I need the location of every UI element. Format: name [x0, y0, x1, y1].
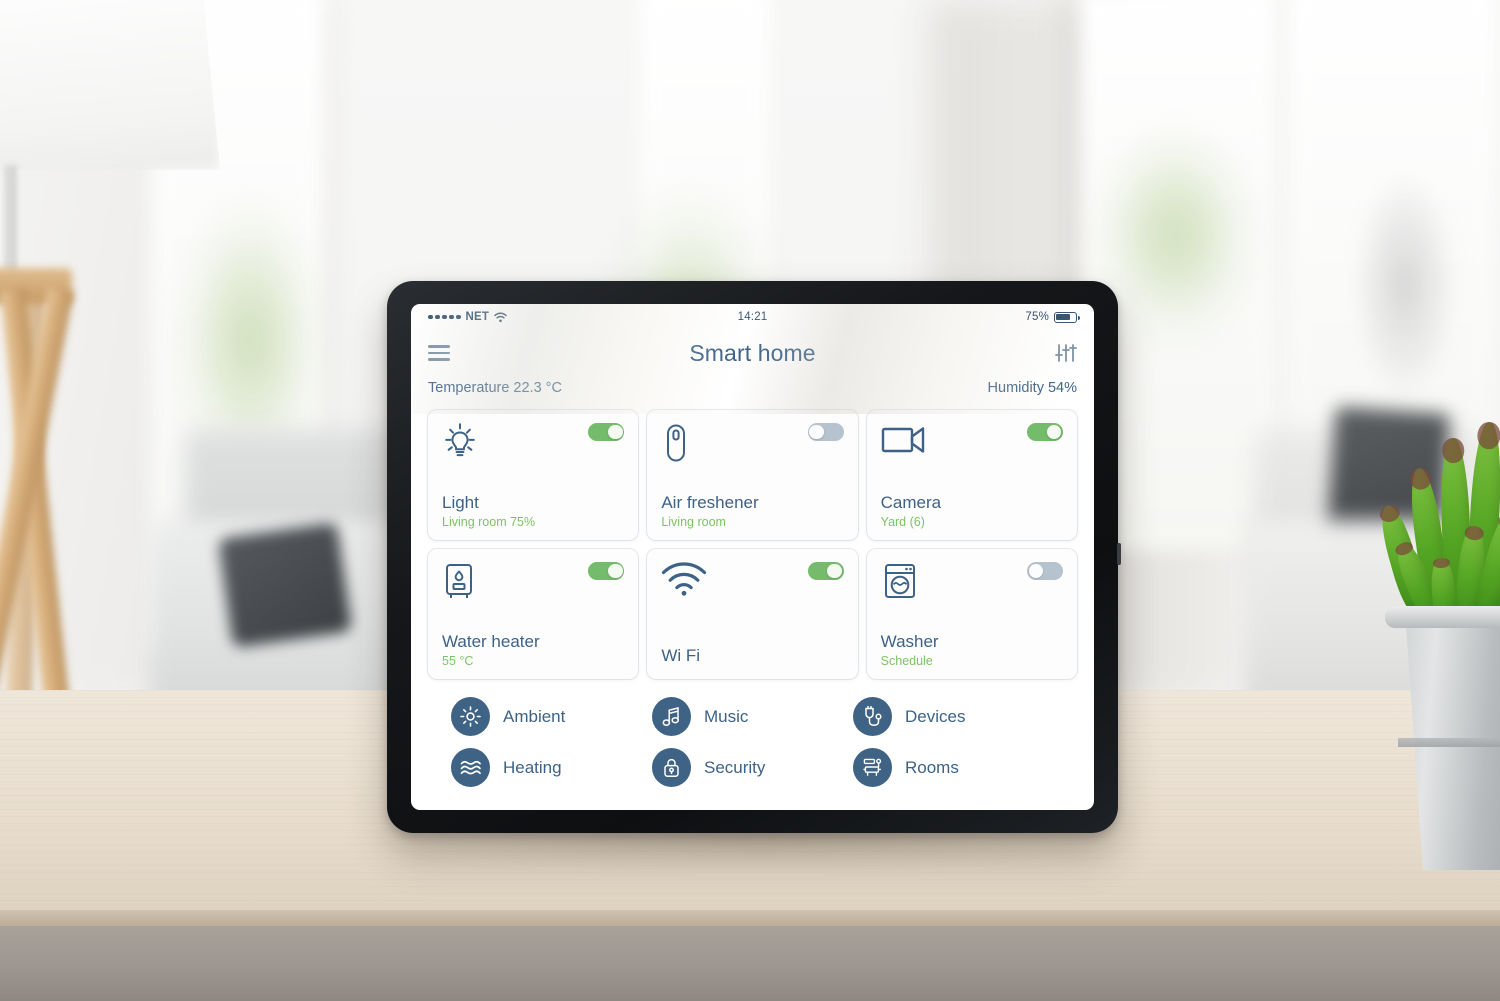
device-subtitle: Living room — [661, 515, 726, 529]
card-header — [661, 562, 844, 596]
lock-icon — [652, 748, 691, 787]
card-body: Washer Schedule — [881, 632, 1063, 668]
menu-item-label: Heating — [503, 757, 562, 777]
menu-item-devices[interactable]: Devices — [853, 697, 1054, 736]
humidity-reading: Humidity 54% — [987, 380, 1077, 396]
quick-menu: Ambient Music Devices Heating Security R… — [411, 679, 1094, 787]
menu-item-label: Security — [704, 757, 766, 777]
card-body: Light Living room 75% — [442, 493, 624, 529]
battery-icon — [1054, 311, 1081, 323]
menu-item-label: Music — [704, 706, 749, 726]
air-freshener-icon — [661, 423, 691, 463]
device-title: Light — [442, 493, 479, 513]
device-card-light[interactable]: Light Living room 75% — [428, 410, 639, 540]
menu-item-label: Rooms — [905, 757, 959, 777]
tablet-device: NET 14:21 75% Smart home Temperature 22.… — [387, 281, 1121, 833]
device-title: Washer — [880, 632, 939, 652]
waves-icon — [451, 748, 490, 787]
water-heater-icon — [442, 562, 476, 602]
device-card-washer[interactable]: Washer Schedule — [866, 549, 1077, 679]
page-title: Smart home — [689, 339, 816, 366]
device-title: Water heater — [442, 632, 540, 652]
tablet-power-button[interactable] — [1117, 543, 1121, 565]
device-subtitle: Living room 75% — [442, 515, 536, 529]
plug-icon — [853, 697, 892, 736]
music-note-icon — [652, 697, 691, 736]
menu-item-ambient[interactable]: Ambient — [451, 697, 652, 736]
card-header — [661, 423, 844, 463]
device-card-air-freshener[interactable]: Air freshener Living room — [647, 410, 858, 540]
status-bar-right: 75% — [1025, 311, 1081, 323]
succulent-plant — [1372, 408, 1500, 638]
table-front — [0, 926, 1500, 1001]
card-body: Air freshener Living room — [661, 493, 843, 529]
device-grid: Light Living room 75% Air freshener Livi… — [411, 396, 1094, 679]
device-toggle-camera[interactable] — [1026, 423, 1063, 441]
tablet-screen: NET 14:21 75% Smart home Temperature 22.… — [411, 304, 1094, 810]
device-toggle-washer[interactable] — [1026, 562, 1063, 580]
menu-item-heating[interactable]: Heating — [451, 748, 652, 787]
lamp-stem — [5, 165, 16, 275]
device-toggle-light[interactable] — [588, 423, 625, 441]
card-body: Water heater 55 °C — [442, 632, 624, 668]
card-body: Camera Yard (6) — [881, 493, 1063, 529]
card-body: Wi Fi — [661, 646, 843, 668]
device-toggle-water-heater[interactable] — [588, 562, 625, 580]
card-header — [442, 562, 625, 602]
battery-percent-label: 75% — [1025, 311, 1049, 323]
device-toggle-wifi[interactable] — [807, 562, 844, 580]
card-header — [881, 423, 1063, 453]
furniture-icon — [853, 748, 892, 787]
status-bar: NET 14:21 75% — [411, 304, 1094, 330]
sun-icon — [451, 697, 490, 736]
device-card-water-heater[interactable]: Water heater 55 °C — [428, 549, 639, 679]
washer-icon — [881, 562, 919, 602]
video-camera-icon — [881, 423, 927, 453]
environment-readings: Temperature 22.3 °C Humidity 54% — [411, 376, 1094, 396]
branch-decor — [1330, 120, 1480, 450]
device-subtitle: Yard (6) — [880, 515, 925, 529]
device-card-camera[interactable]: Camera Yard (6) — [866, 410, 1077, 540]
card-header — [881, 562, 1063, 602]
plant-bucket-band — [1398, 738, 1500, 747]
device-title: Air freshener — [661, 493, 759, 513]
card-header — [442, 423, 625, 461]
lamp-shade — [0, 0, 220, 170]
app-header: Smart home — [411, 330, 1094, 376]
sofa-pillow — [217, 522, 353, 648]
device-title: Camera — [880, 493, 942, 513]
status-bar-time: 14:21 — [737, 311, 768, 323]
wifi-icon — [661, 562, 707, 596]
plant-bucket-rim — [1385, 606, 1500, 628]
device-subtitle: Schedule — [880, 654, 933, 668]
device-title: Wi Fi — [661, 646, 701, 666]
menu-item-label: Ambient — [503, 706, 566, 726]
scene: NET 14:21 75% Smart home Temperature 22.… — [0, 0, 1500, 1001]
device-subtitle: 55 °C — [442, 654, 474, 668]
menu-item-music[interactable]: Music — [652, 697, 853, 736]
device-card-wifi[interactable]: Wi Fi — [647, 549, 858, 679]
equalizer-icon[interactable] — [1055, 343, 1077, 363]
menu-item-label: Devices — [905, 706, 966, 726]
lightbulb-icon — [442, 423, 478, 461]
temperature-reading: Temperature 22.3 °C — [428, 380, 562, 396]
device-toggle-air-freshener[interactable] — [807, 423, 844, 441]
menu-item-rooms[interactable]: Rooms — [853, 748, 1054, 787]
menu-item-security[interactable]: Security — [652, 748, 853, 787]
